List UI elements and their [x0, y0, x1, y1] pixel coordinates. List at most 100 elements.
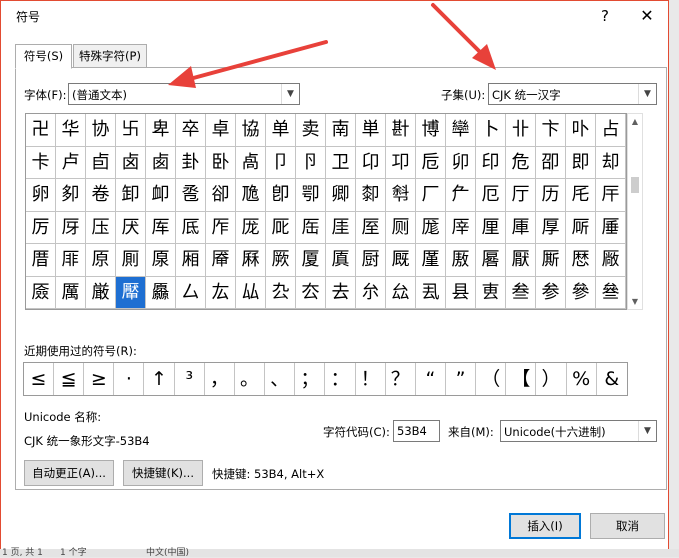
symbol-cell[interactable]: 卯 — [446, 146, 476, 179]
symbol-cell[interactable]: 厳 — [86, 276, 116, 309]
autocorrect-button[interactable]: 自动更正(A)... — [24, 460, 114, 486]
symbol-cell[interactable]: 厢 — [176, 244, 206, 277]
symbol-cell[interactable]: 厦 — [296, 244, 326, 277]
recent-symbol-cell[interactable]: ≦ — [54, 363, 85, 395]
recent-symbol-cell[interactable]: 。 — [235, 363, 266, 395]
cancel-button[interactable]: 取消 — [590, 513, 665, 539]
symbol-cell[interactable]: 卟 — [566, 114, 596, 147]
symbol-cell[interactable]: 厨 — [356, 244, 386, 277]
symbol-cell[interactable]: 厠 — [116, 244, 146, 277]
symbol-cell[interactable]: 叁 — [506, 276, 536, 309]
symbol-cell[interactable]: 卛 — [446, 114, 476, 147]
symbol-cell[interactable]: 厊 — [56, 211, 86, 244]
symbol-cell[interactable]: 县 — [446, 276, 476, 309]
symbol-cell[interactable]: 厜 — [596, 211, 626, 244]
symbol-cell[interactable]: 厞 — [56, 244, 86, 277]
symbol-cell[interactable]: 卢 — [56, 146, 86, 179]
tab-special-characters[interactable]: 特殊字符(P) — [73, 44, 147, 68]
symbol-cell[interactable]: 厖 — [416, 211, 446, 244]
symbol-cell[interactable]: 厤 — [236, 244, 266, 277]
recent-symbol-cell[interactable]: ： — [326, 363, 356, 395]
symbol-cell[interactable]: 卬 — [356, 146, 386, 179]
recent-symbol-cell[interactable]: · — [114, 363, 145, 395]
symbol-cell[interactable]: 卓 — [206, 114, 236, 147]
close-button[interactable]: ✕ — [633, 4, 661, 28]
symbol-cell[interactable]: 厭 — [506, 244, 536, 277]
symbol-cell[interactable]: 叀 — [476, 276, 506, 309]
symbol-cell[interactable]: 厴 — [116, 276, 146, 309]
symbol-cell[interactable]: 厈 — [596, 179, 626, 212]
symbol-cell[interactable]: 厷 — [206, 276, 236, 309]
symbol-cell[interactable]: 厡 — [146, 244, 176, 277]
symbol-cell[interactable]: 卹 — [146, 179, 176, 212]
symbol-cell[interactable]: 卦 — [176, 146, 206, 179]
symbol-cell[interactable]: 卜 — [476, 114, 506, 147]
symbol-cell[interactable]: 卡 — [26, 146, 56, 179]
symbol-cell[interactable]: 卷 — [86, 179, 116, 212]
symbol-cell[interactable]: 历 — [536, 179, 566, 212]
symbol-cell[interactable]: 厕 — [386, 211, 416, 244]
symbol-cell[interactable]: 厇 — [566, 179, 596, 212]
symbol-cell[interactable]: 厚 — [536, 211, 566, 244]
recent-symbol-cell[interactable]: ） — [537, 363, 567, 395]
symbol-cell[interactable]: 厶 — [176, 276, 206, 309]
symbol-cell[interactable]: 印 — [476, 146, 506, 179]
symbol-cell[interactable]: 厐 — [236, 211, 266, 244]
recent-symbol-cell[interactable]: ， — [205, 363, 235, 395]
symbol-cell[interactable]: 却 — [596, 146, 626, 179]
symbol-cell[interactable]: 厘 — [476, 211, 506, 244]
symbol-grid-scrollbar[interactable]: ▲ ▼ — [627, 113, 643, 310]
symbol-cell[interactable]: 厾 — [416, 276, 446, 309]
symbol-cell[interactable]: 卿 — [326, 179, 356, 212]
symbol-cell[interactable]: 厃 — [446, 179, 476, 212]
symbol-cell[interactable]: 厫 — [446, 244, 476, 277]
symbol-cell[interactable]: 厂 — [416, 179, 446, 212]
symbol-cell[interactable]: 厧 — [326, 244, 356, 277]
recent-symbol-cell[interactable]: ³ — [175, 363, 205, 395]
symbol-cell[interactable]: 協 — [236, 114, 266, 147]
symbol-cell[interactable]: 卐 — [116, 114, 146, 147]
symbol-cell[interactable]: 厀 — [356, 179, 386, 212]
symbol-cell[interactable]: 卑 — [146, 114, 176, 147]
symbol-cell[interactable]: 參 — [566, 276, 596, 309]
symbol-cell[interactable]: 厬 — [476, 244, 506, 277]
symbol-cell[interactable]: 厅 — [506, 179, 536, 212]
scroll-down-icon[interactable]: ▼ — [628, 294, 642, 309]
symbol-cell[interactable]: 厰 — [596, 244, 626, 277]
symbol-cell[interactable]: 厒 — [296, 211, 326, 244]
symbol-cell[interactable]: 原 — [86, 244, 116, 277]
symbol-cell[interactable]: 单 — [266, 114, 296, 147]
symbol-cell[interactable]: 厪 — [416, 244, 446, 277]
symbol-cell[interactable]: 厣 — [206, 244, 236, 277]
from-select[interactable]: Unicode(十六进制) ▼ — [500, 420, 657, 442]
symbol-cell[interactable]: 卣 — [86, 146, 116, 179]
symbol-cell[interactable]: 参 — [536, 276, 566, 309]
symbol-cell[interactable]: 厍 — [146, 211, 176, 244]
symbol-cell[interactable]: 厩 — [386, 244, 416, 277]
symbol-cell[interactable]: 厑 — [266, 211, 296, 244]
subset-select[interactable]: CJK 统一汉字 ▼ — [488, 83, 657, 105]
symbol-cell[interactable]: 卺 — [176, 179, 206, 212]
symbol-cell[interactable]: 厔 — [356, 211, 386, 244]
recent-symbol-cell[interactable]: ” — [446, 363, 477, 395]
symbol-cell[interactable]: 卞 — [536, 114, 566, 147]
symbol-cell[interactable]: 卖 — [296, 114, 326, 147]
symbol-cell[interactable]: 厌 — [116, 211, 146, 244]
symbol-cell[interactable]: 卼 — [236, 179, 266, 212]
recent-symbol-cell[interactable]: & — [597, 363, 627, 395]
symbol-cell[interactable]: 卲 — [536, 146, 566, 179]
symbol-cell[interactable]: 厉 — [26, 211, 56, 244]
symbol-cell[interactable]: 厎 — [176, 211, 206, 244]
insert-button[interactable]: 插入(I) — [509, 513, 581, 539]
symbol-cell[interactable]: 厄 — [476, 179, 506, 212]
symbol-cell[interactable]: 厗 — [446, 211, 476, 244]
symbol-cell[interactable]: 叄 — [596, 276, 626, 309]
symbol-cell[interactable]: 卝 — [506, 114, 536, 147]
symbol-cell[interactable]: 卫 — [326, 146, 356, 179]
symbol-cell[interactable]: 卽 — [266, 179, 296, 212]
symbol-cell[interactable]: 厥 — [266, 244, 296, 277]
recent-symbol-cell[interactable]: “ — [416, 363, 446, 395]
symbol-cell[interactable]: 厱 — [26, 276, 56, 309]
font-select[interactable]: (普通文本) ▼ — [68, 83, 300, 105]
symbol-cell[interactable]: 卥 — [146, 146, 176, 179]
